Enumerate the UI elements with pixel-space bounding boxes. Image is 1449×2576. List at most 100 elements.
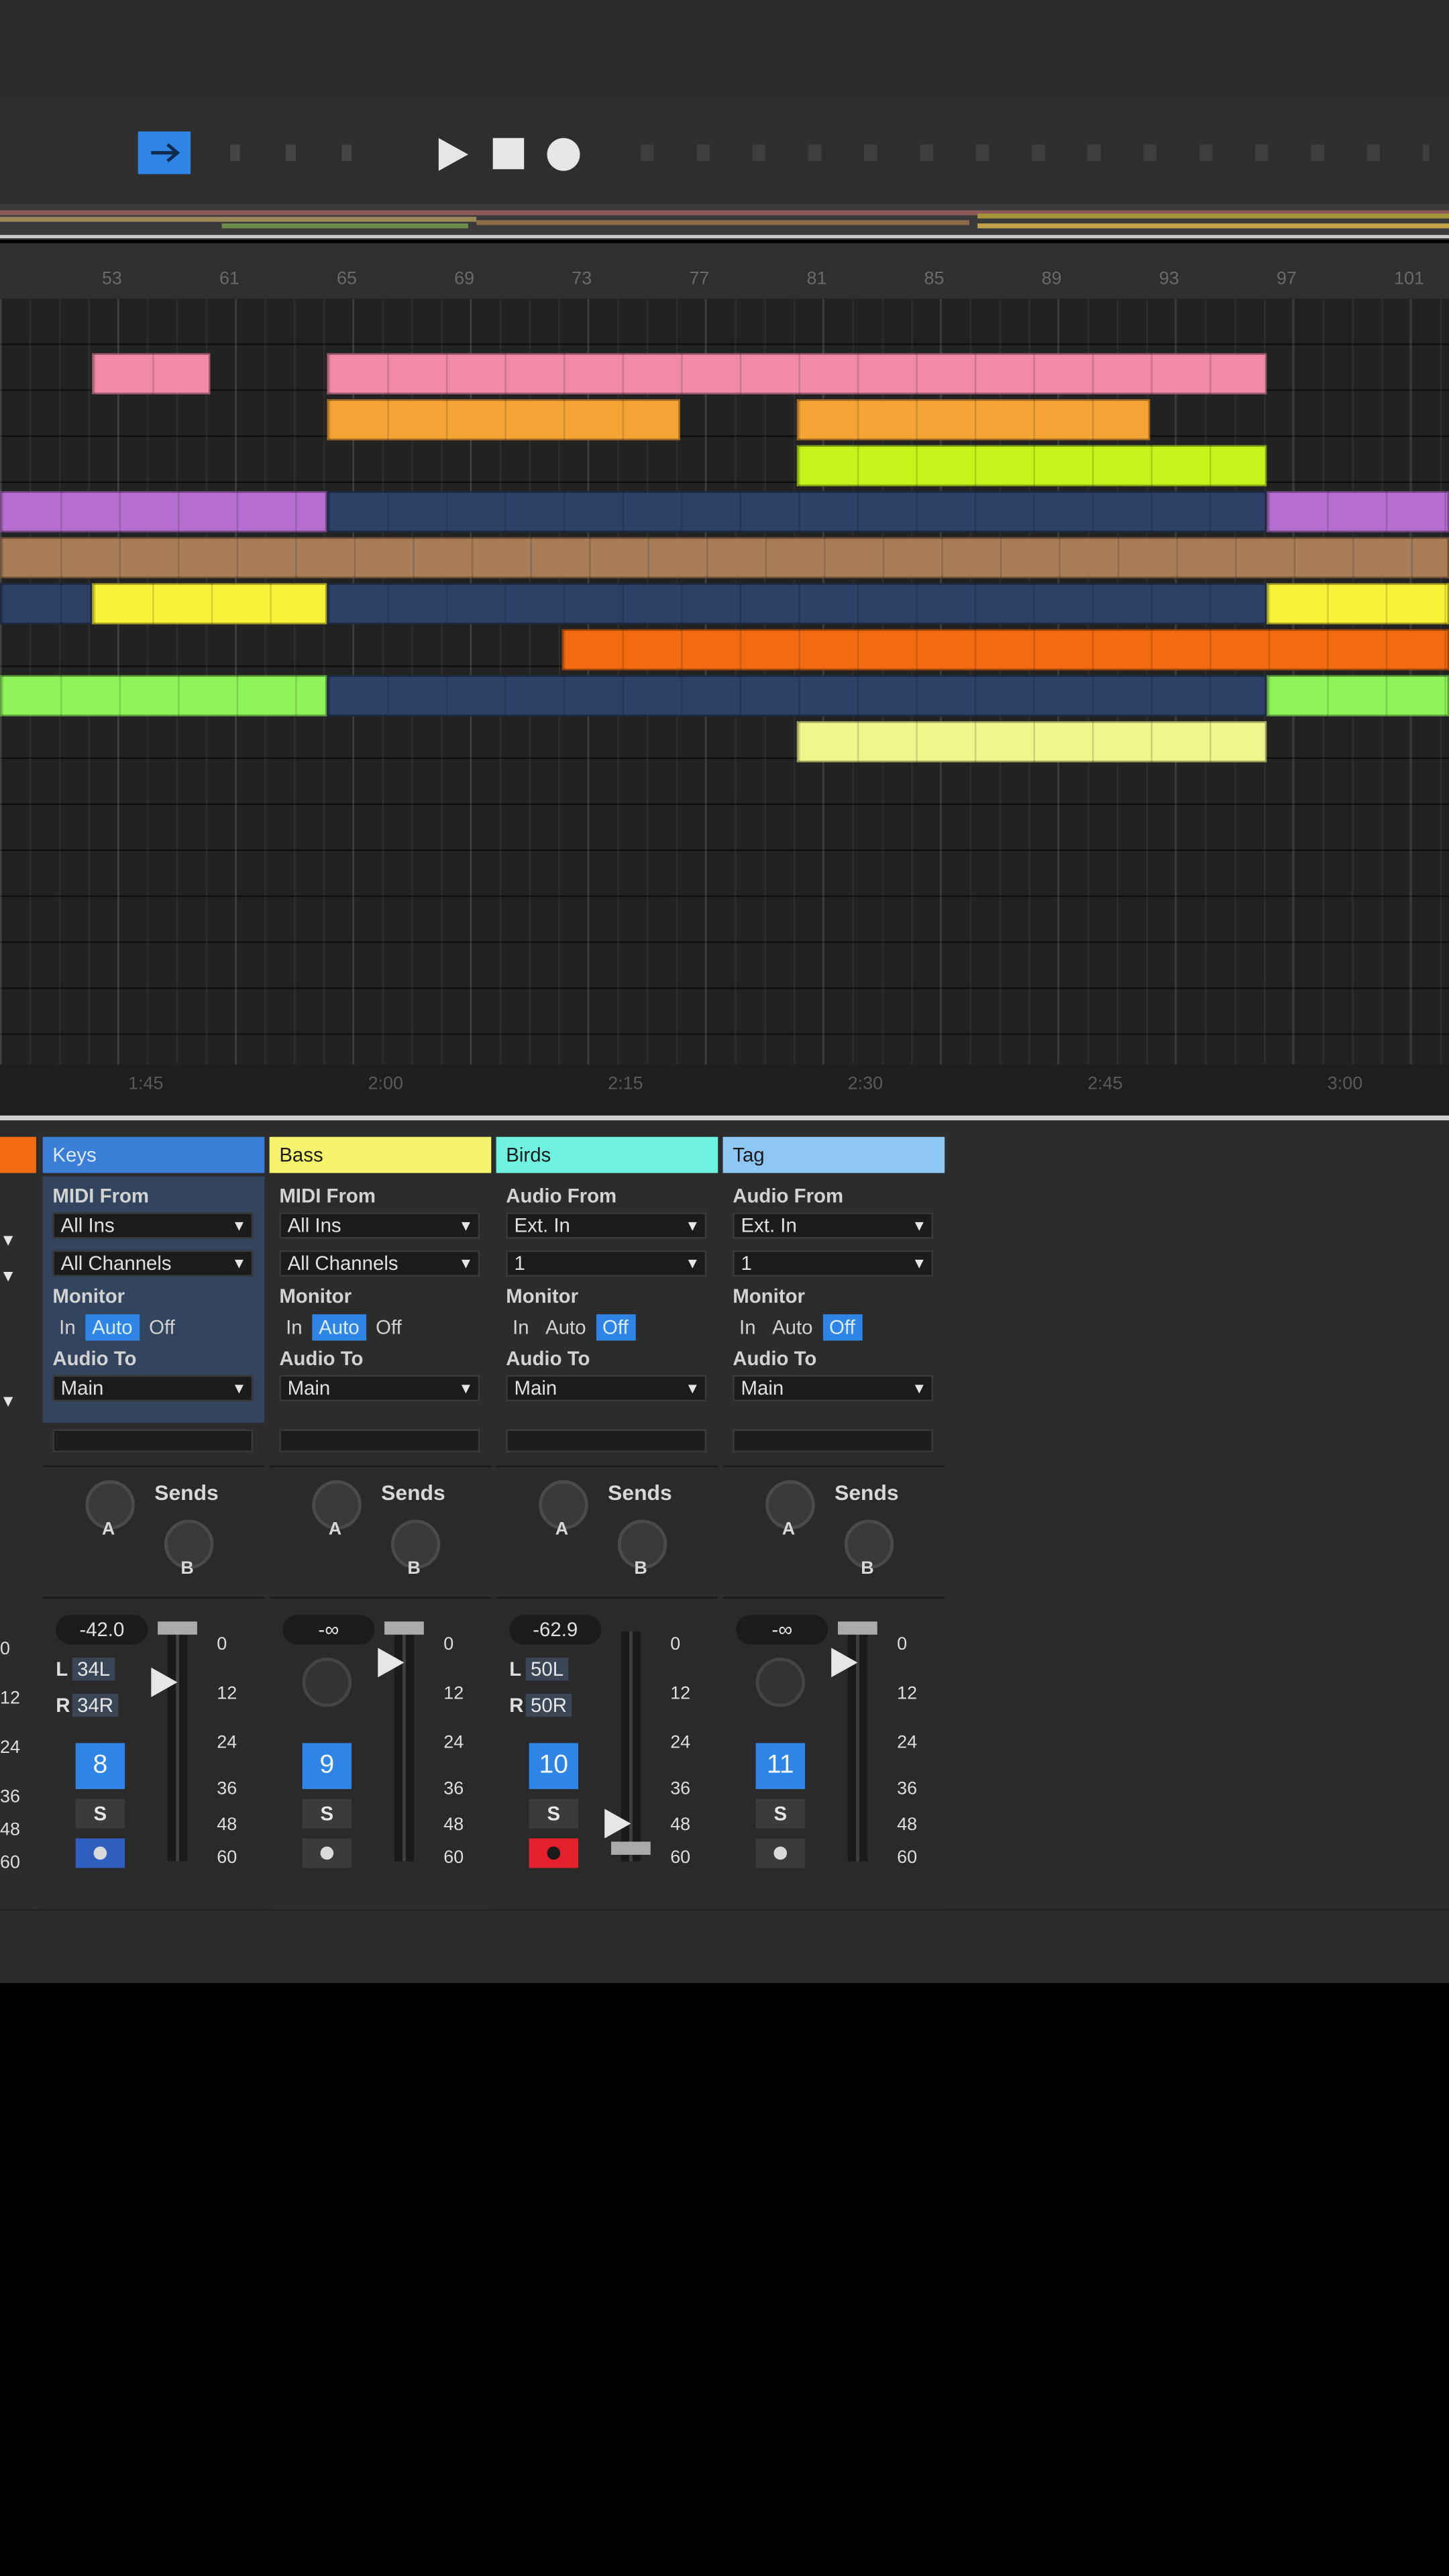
meter-scale-label: 60 <box>217 1848 237 1868</box>
audio-output-dropdown[interactable]: Main ▼ <box>52 1375 254 1401</box>
monitor-off-button[interactable]: Off <box>596 1314 635 1341</box>
clip[interactable] <box>1267 675 1449 716</box>
arm-button[interactable] <box>302 1838 352 1868</box>
clip[interactable] <box>327 399 680 441</box>
monitor-in-button[interactable]: In <box>506 1314 535 1340</box>
volume-fader-handle[interactable] <box>158 1621 197 1635</box>
meter-scale-label: 60 <box>897 1848 918 1868</box>
volume-fader-handle[interactable] <box>611 1841 651 1855</box>
meter-scale-label: 48 <box>0 1820 21 1840</box>
audio-output-dropdown[interactable]: Main ▼ <box>733 1375 934 1401</box>
clip[interactable] <box>327 675 1267 716</box>
arrangement-view-icon[interactable] <box>138 131 191 174</box>
track-title[interactable]: Keys <box>42 1136 265 1173</box>
input-source-dropdown[interactable]: All Ins ▼ <box>52 1212 254 1239</box>
meter-scale-label: 12 <box>897 1684 918 1704</box>
monitor-off-button[interactable]: Off <box>142 1314 181 1340</box>
clip[interactable] <box>327 491 1267 533</box>
meter-scale-label: 0 <box>897 1634 908 1655</box>
volume-readout[interactable]: -42.0 <box>56 1615 148 1645</box>
arrangement-overview[interactable] <box>0 203 1449 240</box>
clip[interactable] <box>0 491 327 533</box>
clip[interactable] <box>0 583 93 625</box>
solo-button[interactable]: S <box>302 1799 352 1829</box>
audio-output-value: Main <box>741 1377 784 1400</box>
monitor-off-button[interactable]: Off <box>369 1314 408 1340</box>
input-channel-dropdown[interactable]: All Channels ▼ <box>279 1250 480 1277</box>
audio-output-dropdown[interactable]: Main ▼ <box>506 1375 707 1401</box>
pan-left[interactable]: L 34L <box>56 1658 115 1681</box>
audio-output-dropdown[interactable]: Main ▼ <box>279 1375 480 1401</box>
arm-button[interactable] <box>755 1838 806 1868</box>
beat-ruler[interactable]: 53 61 65 69 73 77 81 85 89 93 97 101 <box>0 243 1449 299</box>
volume-readout[interactable]: -∞ <box>736 1615 828 1645</box>
clip[interactable] <box>796 445 1267 486</box>
clip[interactable] <box>92 353 210 394</box>
stop-icon[interactable] <box>492 138 525 170</box>
clip[interactable] <box>0 537 1449 579</box>
input-source-dropdown[interactable]: Ext. In ▼ <box>733 1212 934 1239</box>
input-source-dropdown[interactable]: All Ins ▼ <box>279 1212 480 1239</box>
monitor-switch: In Auto Off <box>506 1314 638 1341</box>
arm-button[interactable] <box>75 1838 125 1868</box>
input-channel-dropdown[interactable]: 1 ▼ <box>506 1250 707 1277</box>
volume-readout[interactable]: -62.9 <box>509 1615 602 1645</box>
sends-section: Sends A B <box>42 1465 265 1593</box>
pan-left[interactable]: L 50L <box>509 1658 569 1681</box>
output-sub-dropdown[interactable] <box>279 1429 480 1452</box>
track-activator-button[interactable]: 9 <box>302 1743 352 1789</box>
volume-readout[interactable]: -∞ <box>282 1615 375 1645</box>
output-sub-dropdown[interactable] <box>733 1429 934 1452</box>
arm-button[interactable] <box>529 1838 579 1868</box>
solo-button[interactable]: S <box>75 1799 125 1829</box>
input-channel-value: All Channels <box>287 1252 398 1275</box>
view-divider[interactable] <box>0 1115 1449 1121</box>
volume-fader-handle[interactable] <box>384 1621 424 1635</box>
input-channel-dropdown[interactable]: All Channels ▼ <box>52 1250 254 1277</box>
volume-fader-handle[interactable] <box>837 1621 877 1635</box>
input-channel-value: All Channels <box>60 1252 172 1275</box>
monitor-auto-button[interactable]: Auto <box>85 1314 140 1341</box>
monitor-off-button[interactable]: Off <box>822 1314 862 1341</box>
solo-button[interactable]: S <box>755 1799 806 1829</box>
clip[interactable] <box>1267 583 1449 625</box>
clip[interactable] <box>327 353 1267 394</box>
meter-scale-label: 36 <box>443 1779 464 1799</box>
meter-scale-label: 12 <box>0 1688 21 1709</box>
monitor-in-button[interactable]: In <box>52 1314 82 1340</box>
input-source-value: Ext. In <box>741 1214 797 1238</box>
track-activator-button[interactable]: 11 <box>755 1743 806 1789</box>
level-meter <box>167 1631 188 1862</box>
monitor-auto-button[interactable]: Auto <box>312 1314 366 1341</box>
clip[interactable] <box>92 583 327 625</box>
pan-knob[interactable] <box>755 1658 806 1707</box>
monitor-auto-button[interactable]: Auto <box>765 1314 819 1340</box>
send-b-label: B <box>180 1559 194 1579</box>
pan-knob[interactable] <box>302 1658 352 1707</box>
pan-right[interactable]: R 50R <box>509 1693 572 1717</box>
clip[interactable] <box>1267 491 1449 533</box>
track-title[interactable]: Tag <box>722 1136 945 1173</box>
clip[interactable] <box>796 721 1267 763</box>
track-activator-button[interactable]: 8 <box>75 1743 125 1789</box>
monitor-in-button[interactable]: In <box>279 1314 309 1340</box>
play-icon[interactable] <box>434 135 474 182</box>
output-sub-dropdown[interactable] <box>506 1429 707 1452</box>
clip[interactable] <box>327 583 1267 625</box>
clip[interactable] <box>0 675 327 716</box>
arrangement-grid[interactable] <box>0 299 1449 1065</box>
record-icon[interactable] <box>547 138 580 171</box>
track-activator-button[interactable]: 10 <box>529 1743 579 1789</box>
track-title[interactable]: Bass <box>269 1136 492 1173</box>
monitor-in-button[interactable]: In <box>733 1314 762 1340</box>
sends-label: Sends <box>381 1480 445 1505</box>
input-source-dropdown[interactable]: Ext. In ▼ <box>506 1212 707 1239</box>
clip[interactable] <box>561 629 1449 671</box>
solo-button[interactable]: S <box>529 1799 579 1829</box>
track-title[interactable]: Birds <box>496 1136 718 1173</box>
monitor-auto-button[interactable]: Auto <box>539 1314 592 1340</box>
clip[interactable] <box>796 399 1150 441</box>
input-channel-dropdown[interactable]: 1 ▼ <box>733 1250 934 1277</box>
output-sub-dropdown[interactable] <box>52 1429 254 1452</box>
pan-right[interactable]: R 34R <box>56 1693 119 1717</box>
